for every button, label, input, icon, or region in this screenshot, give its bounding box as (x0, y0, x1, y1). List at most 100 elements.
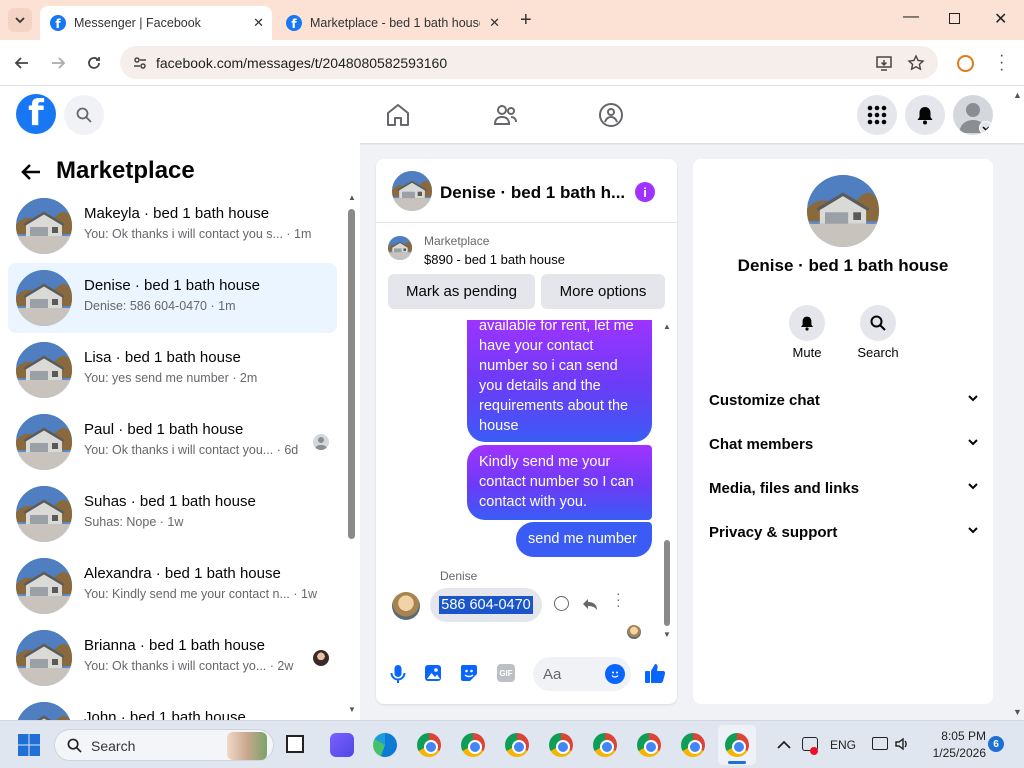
tab-marketplace[interactable]: f Marketplace - bed 1 bath house ✕ (276, 6, 508, 40)
chat-header-title[interactable]: Denise · bed 1 bath h... (440, 183, 625, 203)
close-tab-icon[interactable]: ✕ (489, 15, 500, 31)
tab-list-button[interactable] (8, 8, 32, 32)
chrome-profile-icon[interactable] (549, 733, 573, 757)
edge-browser-icon[interactable] (373, 733, 397, 757)
chrome-profile-icon[interactable] (637, 733, 661, 757)
search-button[interactable] (64, 95, 104, 135)
facebook-logo[interactable]: f (16, 94, 56, 134)
highlighted-phone-text[interactable]: 586 604-0470 (439, 596, 533, 614)
contact-avatar[interactable] (392, 171, 432, 211)
groups-icon[interactable] (598, 102, 624, 128)
active-app-highlight[interactable] (718, 725, 756, 765)
chevron-down-icon[interactable] (979, 121, 993, 135)
photo-icon[interactable] (424, 664, 442, 682)
page-scroll-down-arrow[interactable]: ▼ (1013, 707, 1022, 717)
menu-button[interactable] (857, 95, 897, 135)
address-bar: facebook.com/messages/t/2048080582593160… (0, 40, 1024, 86)
notification-badge[interactable]: 6 (988, 736, 1004, 752)
clock-date[interactable]: 1/25/2026 (916, 746, 986, 760)
tab-messenger[interactable]: f Messenger | Facebook ✕ (40, 6, 272, 40)
mark-as-pending-button[interactable]: Mark as pending (388, 274, 535, 309)
conversation-item[interactable]: Suhas · bed 1 bath house Suhas: Nope · 1w (8, 479, 337, 549)
section-media-files-links[interactable]: Media, files and links (709, 480, 979, 497)
message-input[interactable]: Aa (533, 657, 631, 691)
conversation-item[interactable]: Paul · bed 1 bath house You: Ok thanks i … (8, 407, 337, 477)
notifications-button[interactable] (905, 95, 945, 135)
more-actions-icon[interactable]: · · · (616, 586, 621, 612)
task-view-icon[interactable] (286, 735, 304, 753)
conversation-item[interactable]: Alexandra · bed 1 bath house You: Kindly … (8, 551, 337, 621)
search-in-chat-button[interactable] (860, 305, 896, 341)
clock-time[interactable]: 8:05 PM (926, 729, 986, 743)
section-privacy-support[interactable]: Privacy & support (709, 524, 979, 541)
thumbs-up-icon[interactable] (644, 662, 666, 684)
chevron-up-icon[interactable] (777, 739, 791, 751)
new-tab-button[interactable]: + (520, 9, 532, 32)
chrome-profile-icon[interactable] (681, 733, 705, 757)
reload-icon[interactable] (86, 55, 102, 71)
react-emoji-icon[interactable] (554, 596, 569, 611)
meet-app-icon[interactable] (330, 733, 354, 757)
windows-start-icon[interactable] (17, 733, 41, 757)
site-settings-icon[interactable] (132, 55, 148, 71)
conversation-item[interactable]: Brianna · bed 1 bath house You: Ok thanks… (8, 623, 337, 693)
listing-title[interactable]: $890 - bed 1 bath house (424, 252, 565, 267)
back-arrow-icon[interactable] (20, 161, 42, 183)
network-icon[interactable] (872, 737, 888, 750)
microphone-icon[interactable] (389, 664, 407, 684)
conversation-item[interactable]: Lisa · bed 1 bath house You: yes send me … (8, 335, 337, 405)
conversation-avatar (16, 630, 72, 686)
more-options-button[interactable]: More options (541, 274, 665, 309)
message-bubble-sent[interactable]: send me number (516, 522, 652, 557)
chrome-profile-icon[interactable] (505, 733, 529, 757)
conversation-item[interactable]: Denise · bed 1 bath house Denise: 586 604… (8, 263, 337, 333)
sender-label: Denise (440, 569, 478, 583)
back-arrow-icon[interactable] (14, 55, 30, 71)
taskbar-search-box[interactable]: Search (54, 729, 274, 761)
chrome-profile-icon[interactable] (461, 733, 485, 757)
account-avatar[interactable] (953, 95, 993, 135)
conversation-item[interactable]: Makeyla · bed 1 bath house You: Ok thanks… (8, 191, 337, 261)
tab-title: Messenger | Facebook (74, 16, 201, 30)
conversation-item[interactable]: John · bed 1 bath house (8, 695, 337, 720)
bookmark-star-icon[interactable] (907, 54, 925, 72)
message-bubble-received[interactable]: 586 604-0470 (430, 588, 542, 622)
chrome-icon[interactable] (417, 733, 441, 757)
page-scroll-up-arrow[interactable]: ▲ (1013, 90, 1022, 100)
minimize-button[interactable]: — (903, 8, 919, 26)
section-customize-chat[interactable]: Customize chat (709, 392, 979, 409)
conversation-name: John · bed 1 bath house (84, 709, 246, 720)
friends-icon[interactable] (492, 102, 518, 128)
volume-icon[interactable] (894, 736, 910, 752)
profile-icon[interactable] (957, 55, 974, 72)
home-icon[interactable] (385, 102, 411, 128)
seen-avatar (313, 434, 329, 450)
scrollbar-thumb[interactable] (348, 209, 355, 539)
browser-menu-icon[interactable]: · · · (999, 48, 1004, 78)
message-bubble-sent[interactable]: available for rent, let me have your con… (467, 320, 652, 442)
restore-button[interactable] (949, 13, 960, 24)
mute-button[interactable] (789, 305, 825, 341)
scrollbar[interactable]: ▲ ▼ (346, 193, 356, 715)
section-chat-members[interactable]: Chat members (709, 436, 979, 453)
close-window-button[interactable]: ✕ (994, 9, 1007, 29)
scrollbar-thumb[interactable] (664, 540, 670, 626)
chat-header: Denise · bed 1 bath h... i (376, 159, 677, 223)
sticker-icon[interactable] (460, 664, 478, 682)
thread-scrollbar[interactable]: ▲ ▼ (663, 322, 671, 640)
gif-icon[interactable]: GIF (497, 664, 515, 682)
listing-thumbnail[interactable] (388, 236, 412, 260)
message-bubble-sent[interactable]: Kindly send me your contact number so I … (467, 445, 652, 520)
install-app-icon[interactable] (875, 54, 893, 72)
chrome-profile-icon[interactable] (593, 733, 617, 757)
forward-arrow-icon[interactable] (50, 55, 66, 71)
close-tab-icon[interactable]: ✕ (253, 15, 264, 31)
omnibox[interactable]: facebook.com/messages/t/2048080582593160 (120, 46, 938, 79)
reply-icon[interactable] (582, 596, 598, 612)
language-indicator[interactable]: ENG (830, 738, 856, 752)
contact-avatar-large[interactable] (807, 175, 879, 247)
search-icon (76, 107, 92, 123)
info-icon[interactable]: i (635, 182, 655, 202)
sender-avatar[interactable] (392, 592, 420, 620)
emoji-icon[interactable] (605, 664, 625, 684)
